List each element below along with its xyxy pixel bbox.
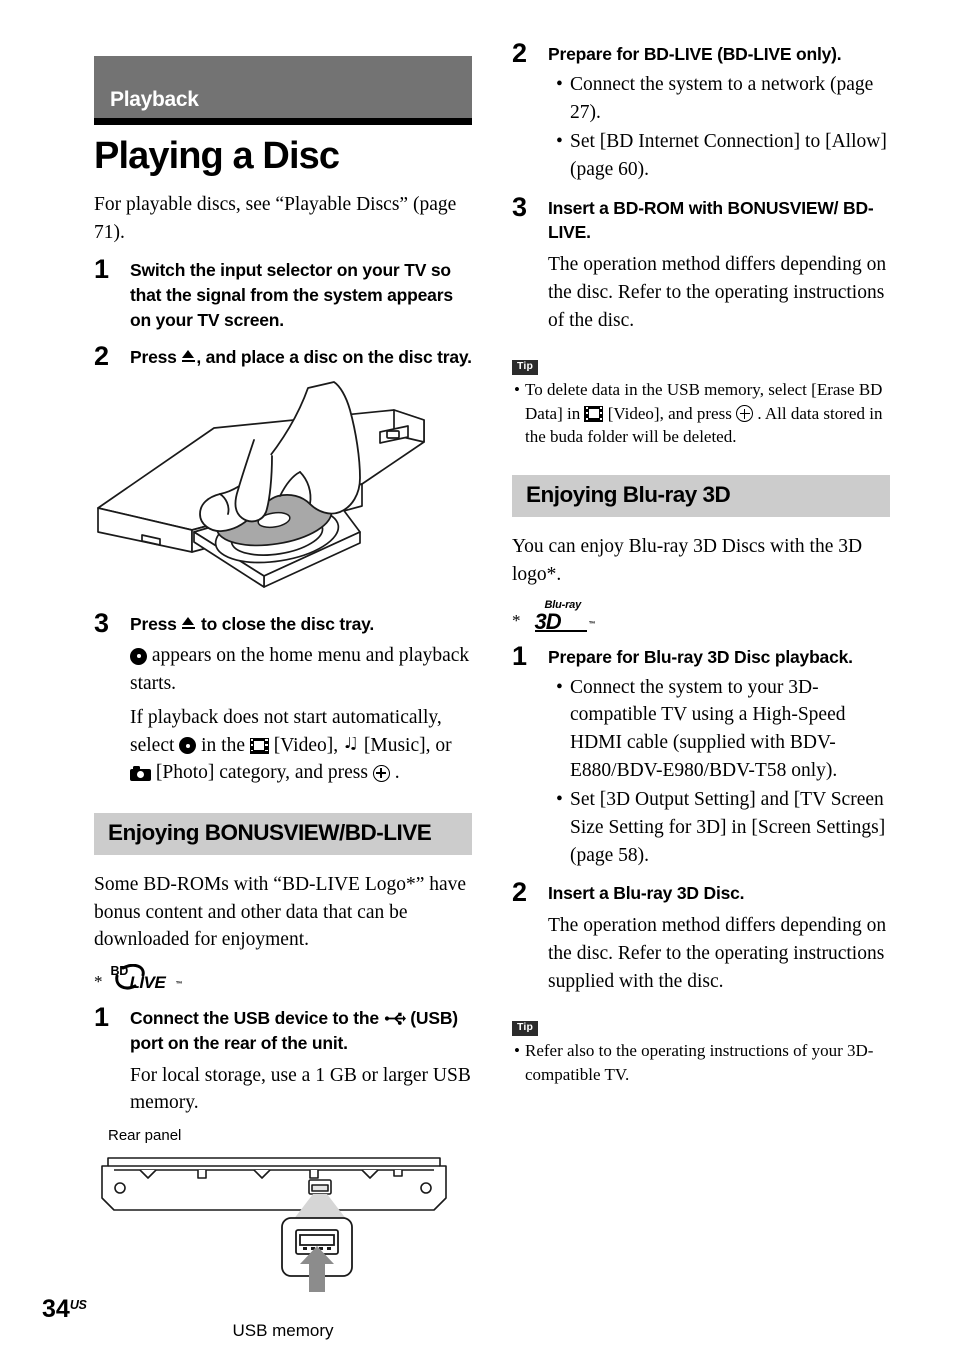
section-header-bluray3d: Enjoying Blu-ray 3D [512,475,890,518]
enter-button-icon [372,764,390,782]
step-3: 3 Press to close the disc tray. appears … [94,608,472,787]
tip-list: To delete data in the USB memory, select… [512,378,890,449]
step-heading: Connect the USB device to the (USB) port… [130,1006,472,1056]
eject-icon [181,616,196,632]
page-title: Playing a Disc [94,135,340,177]
step-body-text: [Music], or [359,734,452,756]
intro-paragraph: For playable discs, see “Playable Discs”… [94,193,457,243]
manual-page: Playback Playing a Disc For playable dis… [0,0,954,1352]
step-number: 3 [94,607,110,638]
step-heading-part: , and place a disc on the disc tray. [196,346,472,367]
step-heading: Press to close the disc tray. [130,612,472,637]
step-body-1: appears on the home menu and playback st… [130,642,472,697]
step-body: For local storage, use a 1 GB or larger … [130,1064,471,1114]
bd-live-logo: BD LIVE ™ [109,963,187,994]
tip-list: Refer also to the operating instructions… [512,1039,890,1087]
step-1: 1 Switch the input selector on your TV s… [94,254,472,333]
step-heading: Prepare for BD-LIVE (BD-LIVE only). [548,44,842,64]
blu-ray-3d-logo: Blu-ray 3D ™ [527,599,615,634]
step-body-text: . [389,762,400,784]
list-item: To delete data in the USB memory, select… [514,378,890,449]
list-item: Set [3D Output Setting] and [TV Screen S… [556,786,890,869]
step-body-2: If playback does not start automatically… [130,704,472,787]
usb-icon [384,1008,406,1025]
bonusview-intro: Some BD-ROMs with “BD-LIVE Logo*” have b… [94,873,467,951]
section-header-bonusview: Enjoying BONUSVIEW/BD-LIVE [94,812,472,855]
tip-text-part: [Video], and press [603,403,737,423]
step-heading: Switch the input selector on your TV so … [130,260,453,330]
usb-memory-label: USB memory [232,1321,334,1341]
step-heading-part: Connect the USB device to the [130,1007,384,1028]
page-region: US [69,1298,87,1312]
tip-block-2: Tip Refer also to the operating instruct… [512,1017,890,1086]
step-number: 1 [94,1001,110,1032]
chapter-rule [94,118,472,125]
step-number: 2 [512,38,528,68]
step-heading: Prepare for Blu-ray 3D Disc playback. [548,646,853,667]
eject-icon [181,349,196,365]
list-item: Refer also to the operating instructions… [514,1039,890,1087]
step-heading-part: Press [130,346,182,367]
step-heading: Insert a Blu-ray 3D Disc. [548,883,745,904]
disc-tray-figure [94,380,472,600]
step-heading-part: Press [130,613,182,634]
list-item: Connect the system to a network (page 27… [556,71,890,126]
step-heading: Insert a BD-ROM with BONUSVIEW/ BD-LIVE. [548,197,874,243]
step-number: 3 [512,191,528,222]
bluray3d-step-2: 2 Insert a Blu-ray 3D Disc. The operatio… [512,877,890,995]
page-folio: 34US [42,1295,87,1324]
page-number: 34 [42,1295,70,1323]
tip-block-1: Tip To delete data in the USB memory, se… [512,356,890,449]
right-column: 2 Prepare for BD-LIVE (BD-LIVE only). Co… [512,0,890,1086]
bluray3d-logo-line: * Blu-ray 3D ™ [512,599,890,634]
bonusview-step-3: 3 Insert a BD-ROM with BONUSVIEW/ BD-LIV… [512,192,890,335]
bd-live-logo-tm: ™ [175,980,183,988]
bdlive-logo-line: * BD LIVE ™ [94,963,472,994]
footnote-star: * [512,610,521,630]
step-bullet-list: Connect the system to a network (page 27… [548,71,890,184]
step-heading: Press , and place a disc on the disc tra… [130,345,472,370]
rear-panel-figure: USB memory [94,1154,472,1341]
step-number: 1 [94,254,110,285]
chapter-banner-label: Playback [110,88,199,111]
step-heading-part: to close the disc tray. [196,613,375,634]
step-body-text: [Video], [268,734,343,756]
enter-button-icon [736,405,754,423]
step-body-text: appears on the home menu and playback st… [130,645,470,695]
step-body-text: in the [196,734,250,756]
video-film-icon [584,405,604,422]
step-bullet-list: Connect the system to your 3D-compatible… [548,674,890,870]
rear-panel-caption: Rear panel [108,1127,182,1145]
footnote-star: * [94,971,103,991]
step-body: The operation method differs depending o… [548,254,887,331]
disc-icon [179,737,197,755]
step-body-text: [Photo] category, and press [151,762,373,784]
bluray3d-intro: You can enjoy Blu-ray 3D Discs with the … [512,536,863,585]
tip-badge: Tip [512,360,539,375]
bluray3d-step-1: 1 Prepare for Blu-ray 3D Disc playback. … [512,641,890,870]
chapter-banner: Playback [94,56,472,118]
list-item: Connect the system to your 3D-compatible… [556,674,890,785]
bonusview-step-2: 2 Prepare for BD-LIVE (BD-LIVE only). Co… [512,38,890,184]
bd-live-logo-bd: BD [110,963,129,978]
bd-live-logo-live: LIVE [129,972,166,992]
tip-badge: Tip [512,1021,539,1036]
left-column: Playback Playing a Disc For playable dis… [94,0,472,1341]
music-note-icon: ♫ [343,737,359,754]
photo-camera-icon [130,765,151,781]
disc-icon [130,647,147,665]
step-number: 2 [94,340,110,371]
step-number: 1 [512,640,528,671]
step-number: 2 [512,877,528,908]
blu-ray-3d-logo-tm: ™ [588,620,596,628]
bonusview-step-1: 1 Connect the USB device to the (USB) po… [94,1002,472,1117]
step-body: The operation method differs depending o… [548,915,887,992]
step-2: 2 Press , and place a disc on the disc t… [94,341,472,371]
video-film-icon [249,737,269,754]
list-item: Set [BD Internet Connection] to [Allow] … [556,128,890,183]
